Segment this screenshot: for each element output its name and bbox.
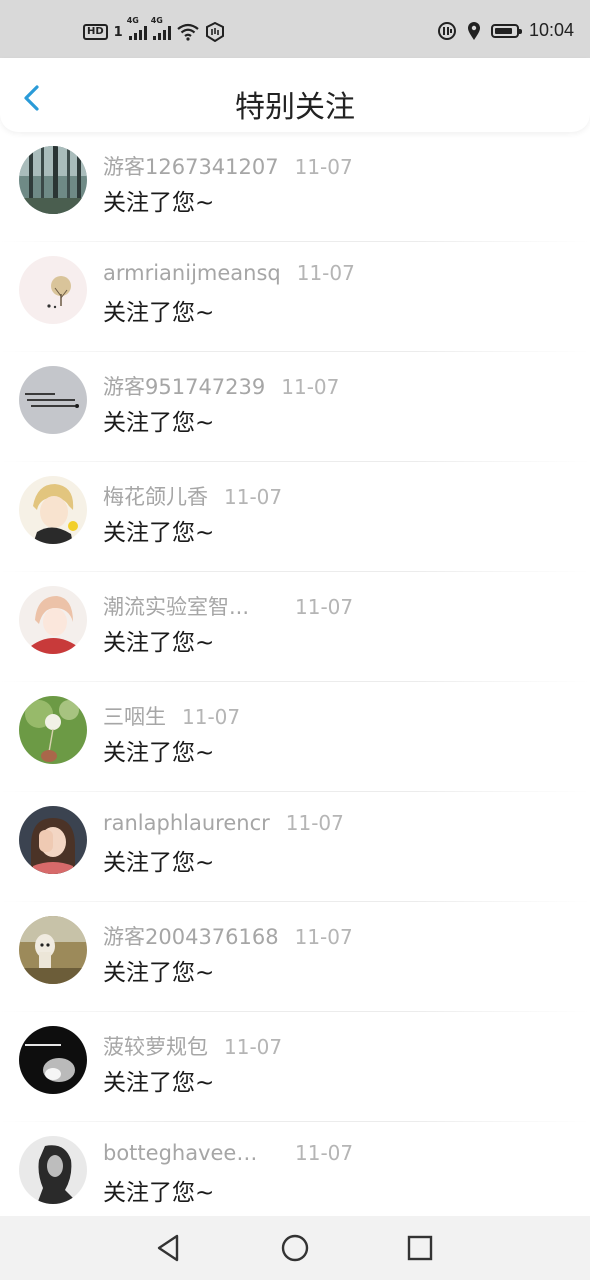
hd-badge: HD	[83, 24, 108, 40]
username[interactable]: 三咽生	[103, 701, 166, 731]
list-item[interactable]: 游客2004376168 11-07 关注了您~	[0, 902, 590, 1012]
avatar[interactable]	[19, 1136, 87, 1204]
status-left: HD 1 4G 4G	[83, 16, 225, 42]
date: 11-07	[285, 811, 344, 835]
sim-indicator: 1	[113, 24, 123, 40]
item-meta: 三咽生 11-07	[103, 701, 240, 731]
list-item[interactable]: 游客1267341207 11-07 关注了您~	[0, 132, 590, 242]
anime-girl-avatar-icon	[19, 586, 87, 654]
item-meta: 游客2004376168 11-07	[103, 921, 353, 951]
avatar[interactable]	[19, 146, 87, 214]
username[interactable]: armrianijmeansq	[103, 261, 281, 285]
location-pin-icon	[467, 21, 480, 40]
username[interactable]: 游客951747239	[103, 371, 265, 401]
follower-list[interactable]: 游客1267341207 11-07 关注了您~ armrianijmeansq…	[0, 132, 590, 1216]
message: 关注了您~	[103, 190, 215, 216]
network-type-label-2: 4G	[150, 16, 163, 25]
message: 关注了您~	[103, 740, 215, 766]
avatar[interactable]	[19, 696, 87, 764]
date: 11-07	[295, 1141, 354, 1165]
page-title: 特别关注	[235, 90, 355, 125]
username[interactable]: ranlaphlaurencr	[103, 811, 270, 835]
anime-boy-avatar-icon	[19, 476, 87, 544]
date: 11-07	[281, 375, 340, 399]
battery-level	[494, 27, 512, 34]
forest-photo-avatar-icon	[19, 146, 87, 214]
message: 关注了您~	[103, 1180, 215, 1206]
alpaca-photo-avatar-icon	[19, 916, 87, 984]
girl-covering-face-avatar-icon	[19, 806, 87, 874]
username[interactable]: 梅花颌儿香	[103, 481, 208, 511]
date: 11-07	[294, 155, 353, 179]
avatar[interactable]	[19, 476, 87, 544]
tree-doodle-avatar-icon	[19, 256, 87, 324]
avatar[interactable]	[19, 256, 87, 324]
battery-icon	[490, 23, 522, 38]
item-meta: ranlaphlaurencr 11-07	[103, 811, 344, 835]
signal-strength-icon-2: 4G	[151, 16, 171, 40]
avatar[interactable]	[19, 586, 87, 654]
username[interactable]: botteghaveen...	[103, 1141, 263, 1165]
message: 关注了您~	[103, 520, 215, 546]
item-meta: 游客951747239 11-07	[103, 371, 339, 401]
item-meta: 游客1267341207 11-07	[103, 151, 353, 181]
data-saver-icon	[437, 21, 456, 40]
list-item[interactable]: botteghaveen... 11-07 关注了您~	[0, 1122, 590, 1216]
list-item[interactable]: 三咽生 11-07 关注了您~	[0, 682, 590, 792]
item-meta: botteghaveen... 11-07	[103, 1141, 353, 1165]
message: 关注了您~	[103, 410, 215, 436]
date: 11-07	[224, 485, 283, 509]
username[interactable]: 菠较萝规包	[103, 1031, 208, 1061]
signal-strength-icon: 4G	[127, 16, 147, 40]
wifi-icon	[177, 23, 199, 41]
date: 11-07	[224, 1035, 283, 1059]
nav-recent-button[interactable]	[402, 1230, 438, 1266]
date: 11-07	[182, 705, 241, 729]
message: 关注了您~	[103, 1070, 215, 1096]
item-meta: 潮流实验室智... 11-07	[103, 591, 353, 621]
item-meta: armrianijmeansq 11-07	[103, 261, 355, 285]
date: 11-07	[296, 261, 355, 285]
status-time: 10:04	[528, 20, 574, 40]
system-nav-bar	[0, 1216, 590, 1280]
dandelion-photo-avatar-icon	[19, 696, 87, 764]
avatar[interactable]	[19, 916, 87, 984]
square-recent-icon	[407, 1235, 433, 1261]
username[interactable]: 游客1267341207	[103, 151, 279, 181]
avatar[interactable]	[19, 1026, 87, 1094]
status-right: 10:04	[437, 20, 574, 41]
list-item[interactable]: 游客951747239 11-07 关注了您~	[0, 352, 590, 462]
list-item[interactable]: 潮流实验室智... 11-07 关注了您~	[0, 572, 590, 682]
black-white-avatar-icon	[19, 1026, 87, 1094]
list-item[interactable]: armrianijmeansq 11-07 关注了您~	[0, 242, 590, 352]
avatar[interactable]	[19, 366, 87, 434]
message: 关注了您~	[103, 300, 215, 326]
item-meta: 菠较萝规包 11-07	[103, 1031, 282, 1061]
username[interactable]: 游客2004376168	[103, 921, 279, 951]
nav-home-button[interactable]	[277, 1230, 313, 1266]
triangle-back-icon	[157, 1234, 179, 1262]
network-type-label: 4G	[126, 16, 139, 25]
username[interactable]: 潮流实验室智...	[103, 591, 263, 621]
header-bar: 特别关注	[0, 58, 590, 132]
hand-gesture-icon	[205, 22, 224, 42]
bw-man-portrait-avatar-icon	[19, 1136, 87, 1204]
list-item[interactable]: ranlaphlaurencr 11-07 关注了您~	[0, 792, 590, 902]
item-meta: 梅花颌儿香 11-07	[103, 481, 282, 511]
message: 关注了您~	[103, 960, 215, 986]
circle-home-icon	[281, 1234, 309, 1262]
nav-back-button[interactable]	[151, 1230, 187, 1266]
message: 关注了您~	[103, 630, 215, 656]
date: 11-07	[295, 595, 354, 619]
date: 11-07	[294, 925, 353, 949]
list-item[interactable]: 梅花颌儿香 11-07 关注了您~	[0, 462, 590, 572]
avatar[interactable]	[19, 806, 87, 874]
status-bar: HD 1 4G 4G 10:04	[0, 0, 590, 58]
message: 关注了您~	[103, 850, 215, 876]
text-on-gray-avatar-icon	[19, 366, 87, 434]
list-item[interactable]: 菠较萝规包 11-07 关注了您~	[0, 1012, 590, 1122]
